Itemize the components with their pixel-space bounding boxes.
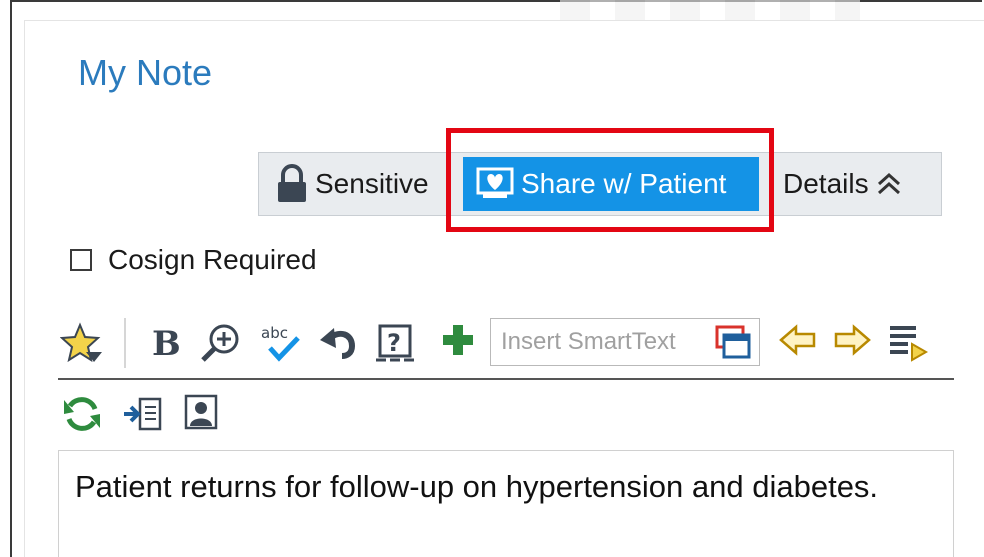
double-chevron-up-icon bbox=[875, 170, 903, 198]
cosign-label: Cosign Required bbox=[108, 244, 317, 275]
note-text-editor[interactable]: Patient returns for follow-up on hyperte… bbox=[58, 450, 954, 557]
checkbox[interactable] bbox=[70, 249, 92, 271]
details-label: Details bbox=[783, 168, 869, 199]
refresh-icon[interactable] bbox=[62, 394, 102, 434]
patient-photo-icon[interactable] bbox=[184, 394, 218, 430]
note-title: My Note bbox=[78, 52, 213, 93]
cosign-required-checkbox[interactable]: Cosign Required bbox=[70, 244, 317, 276]
bold-icon[interactable]: B bbox=[148, 322, 184, 362]
list-next-icon[interactable] bbox=[888, 322, 932, 362]
insert-smarttext-field[interactable] bbox=[490, 318, 760, 366]
details-toggle-button[interactable]: Details bbox=[783, 153, 903, 215]
svg-text:abc: abc bbox=[261, 324, 288, 342]
star-icon[interactable] bbox=[60, 322, 104, 366]
arrow-left-icon[interactable] bbox=[778, 322, 818, 358]
zoom-in-icon[interactable] bbox=[200, 322, 242, 364]
svg-text:B: B bbox=[152, 324, 181, 362]
undo-icon[interactable] bbox=[318, 322, 358, 362]
note-body-text: Patient returns for follow-up on hyperte… bbox=[75, 469, 879, 504]
smarttext-window-icon[interactable] bbox=[715, 325, 751, 359]
arrow-right-icon[interactable] bbox=[832, 322, 872, 358]
smarttext-input[interactable] bbox=[499, 327, 715, 357]
smartphrase-help-icon[interactable]: ? bbox=[374, 322, 416, 364]
lock-icon bbox=[275, 164, 309, 204]
sensitive-label: Sensitive bbox=[315, 168, 429, 199]
highlight-box bbox=[446, 128, 774, 232]
spellcheck-icon[interactable]: abc bbox=[260, 322, 302, 364]
toolbar-divider bbox=[58, 378, 954, 380]
svg-text:?: ? bbox=[387, 329, 401, 357]
background-toolbar-strip bbox=[560, 0, 860, 22]
import-icon[interactable] bbox=[122, 394, 164, 434]
sensitive-button[interactable]: Sensitive bbox=[275, 153, 429, 215]
add-icon[interactable] bbox=[440, 322, 476, 358]
